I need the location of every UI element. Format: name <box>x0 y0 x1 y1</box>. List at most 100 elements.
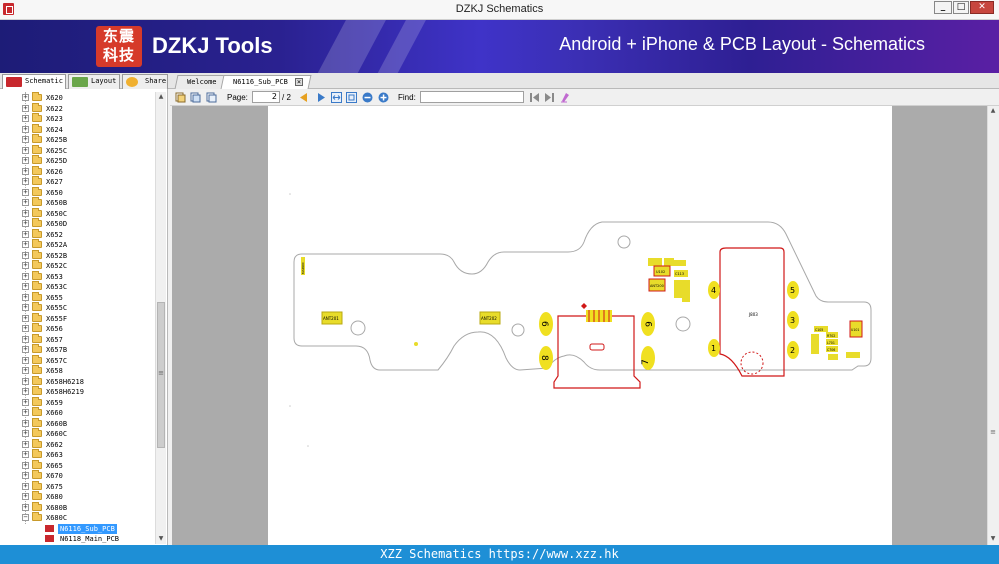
tree-folder-item[interactable]: + X652A <box>0 239 155 251</box>
tab-share[interactable]: Share <box>122 74 168 89</box>
tree-folder-item[interactable]: + X675 <box>0 480 155 493</box>
tree-folder-item[interactable]: + X659 <box>0 396 155 409</box>
find-next-icon[interactable] <box>544 92 555 103</box>
expand-icon[interactable]: + <box>22 440 29 448</box>
expand-icon[interactable]: + <box>22 419 29 427</box>
expand-icon[interactable]: + <box>22 461 29 469</box>
find-input[interactable] <box>420 91 524 103</box>
tree-file-item[interactable]: N6116_Sub_PCB <box>0 523 155 535</box>
expand-icon[interactable]: + <box>22 251 29 259</box>
expand-icon[interactable]: + <box>22 430 29 437</box>
expand-icon[interactable]: + <box>22 230 29 238</box>
tree-folder-item[interactable]: + X660C <box>0 428 155 440</box>
expand-icon[interactable]: + <box>22 178 29 185</box>
tab-layout[interactable]: Layout <box>68 74 120 89</box>
expand-icon[interactable]: + <box>22 125 29 133</box>
tree-folder-item[interactable]: + X660 <box>0 407 155 419</box>
tree-folder-item[interactable]: + X627 <box>0 176 155 188</box>
collapse-icon[interactable]: − <box>22 514 29 521</box>
expand-icon[interactable]: + <box>22 367 29 374</box>
tree-folder-item[interactable]: + X655F <box>0 312 155 325</box>
expand-icon[interactable]: + <box>22 335 29 343</box>
tree-folder-item[interactable]: + X665 <box>0 459 155 472</box>
expand-icon[interactable]: + <box>22 493 29 500</box>
tab-n6116-sub-pcb[interactable]: N6116_Sub_PCB × <box>220 75 312 89</box>
tree-scrollbar[interactable]: ▲ ≡ ▼ <box>155 92 166 544</box>
tree-folder-item[interactable]: + X652C <box>0 260 155 272</box>
expand-icon[interactable]: + <box>22 314 29 322</box>
scroll-up-arrow-icon[interactable]: ▲ <box>156 92 166 102</box>
tree-folder-item[interactable]: + X625D <box>0 155 155 167</box>
tab-close-icon[interactable]: × <box>295 78 304 86</box>
tree-folder-item[interactable]: + X655 <box>0 291 155 304</box>
page-number-input[interactable]: 2 <box>252 91 280 103</box>
tree-folder-item[interactable]: + X650D <box>0 218 155 230</box>
tree-folder-item[interactable]: + X652B <box>0 249 155 262</box>
expand-icon[interactable]: + <box>22 377 29 385</box>
copy-icon[interactable] <box>175 92 186 103</box>
find-previous-icon[interactable] <box>529 92 540 103</box>
tree-folder-item[interactable]: + X653 <box>0 270 155 283</box>
tree-folder-item[interactable]: + X652 <box>0 228 155 241</box>
tree-folder-item[interactable]: + X662 <box>0 438 155 451</box>
tree-folder-item[interactable]: + X624 <box>0 123 155 136</box>
tree-folder-item[interactable]: + X656 <box>0 323 155 335</box>
tree-folder-item[interactable]: + X655C <box>0 302 155 314</box>
highlight-icon[interactable] <box>560 92 571 103</box>
tree-folder-item[interactable]: + X657C <box>0 354 155 367</box>
tree-folder-item[interactable]: − X680C <box>0 512 155 524</box>
expand-icon[interactable]: + <box>22 188 29 196</box>
copy-page-icon[interactable] <box>190 92 201 103</box>
expand-icon[interactable]: + <box>22 398 29 406</box>
tree-folder-item[interactable]: + X670 <box>0 470 155 482</box>
expand-icon[interactable]: + <box>22 304 29 311</box>
scroll-down-arrow-icon[interactable]: ▼ <box>988 534 998 544</box>
tree-folder-item[interactable]: + X626 <box>0 165 155 178</box>
tree-folder-item[interactable]: + X657B <box>0 344 155 356</box>
expand-icon[interactable]: + <box>22 209 29 217</box>
tree-folder-item[interactable]: + X680B <box>0 501 155 514</box>
expand-icon[interactable]: + <box>22 356 29 364</box>
tree-folder-item[interactable]: + X658H6219 <box>0 386 155 398</box>
expand-icon[interactable]: + <box>22 262 29 269</box>
tree-folder-item[interactable]: + X658 <box>0 365 155 377</box>
tab-schematic[interactable]: Schematic <box>2 74 66 89</box>
expand-icon[interactable]: + <box>22 157 29 164</box>
tree-folder-item[interactable]: + X625B <box>0 134 155 146</box>
expand-icon[interactable]: + <box>22 451 29 458</box>
minimize-button[interactable]: _ <box>934 1 952 14</box>
copy-all-icon[interactable] <box>206 92 217 103</box>
tree-folder-item[interactable]: + X623 <box>0 113 155 125</box>
expand-icon[interactable]: + <box>22 241 29 248</box>
expand-icon[interactable]: + <box>22 146 29 154</box>
tree-folder-item[interactable]: + X660B <box>0 417 155 430</box>
tab-welcome[interactable]: Welcome <box>174 75 226 89</box>
expand-icon[interactable]: + <box>22 115 29 122</box>
maximize-button[interactable]: □ <box>953 1 969 14</box>
tree-folder-item[interactable]: + X650B <box>0 197 155 209</box>
tree-folder-item[interactable]: + X650C <box>0 207 155 220</box>
scroll-up-arrow-icon[interactable]: ▲ <box>988 106 998 116</box>
next-page-icon[interactable] <box>316 92 327 103</box>
close-button[interactable]: ✕ <box>970 1 994 14</box>
tree-folder-item[interactable]: + X680 <box>0 491 155 503</box>
tree-folder-item[interactable]: + X653C <box>0 281 155 293</box>
scroll-down-arrow-icon[interactable]: ▼ <box>156 534 166 544</box>
zoom-in-icon[interactable] <box>378 92 389 103</box>
tree-folder-item[interactable]: + X620 <box>0 92 155 104</box>
expand-icon[interactable]: + <box>22 199 29 206</box>
expand-icon[interactable]: + <box>22 472 29 479</box>
tree-folder-item[interactable]: + X663 <box>0 449 155 461</box>
expand-icon[interactable]: + <box>22 94 29 101</box>
tree-folder-item[interactable]: + X657 <box>0 333 155 346</box>
expand-icon[interactable]: + <box>22 136 29 143</box>
zoom-out-icon[interactable] <box>362 92 373 103</box>
expand-icon[interactable]: + <box>22 503 29 511</box>
expand-icon[interactable]: + <box>22 482 29 490</box>
expand-icon[interactable]: + <box>22 409 29 416</box>
tree-folder-item[interactable]: + X622 <box>0 102 155 115</box>
expand-icon[interactable]: + <box>22 388 29 395</box>
viewer-scrollbar[interactable]: ▲ ≡ ▼ <box>987 106 998 545</box>
expand-icon[interactable]: + <box>22 346 29 353</box>
expand-icon[interactable]: + <box>22 325 29 332</box>
